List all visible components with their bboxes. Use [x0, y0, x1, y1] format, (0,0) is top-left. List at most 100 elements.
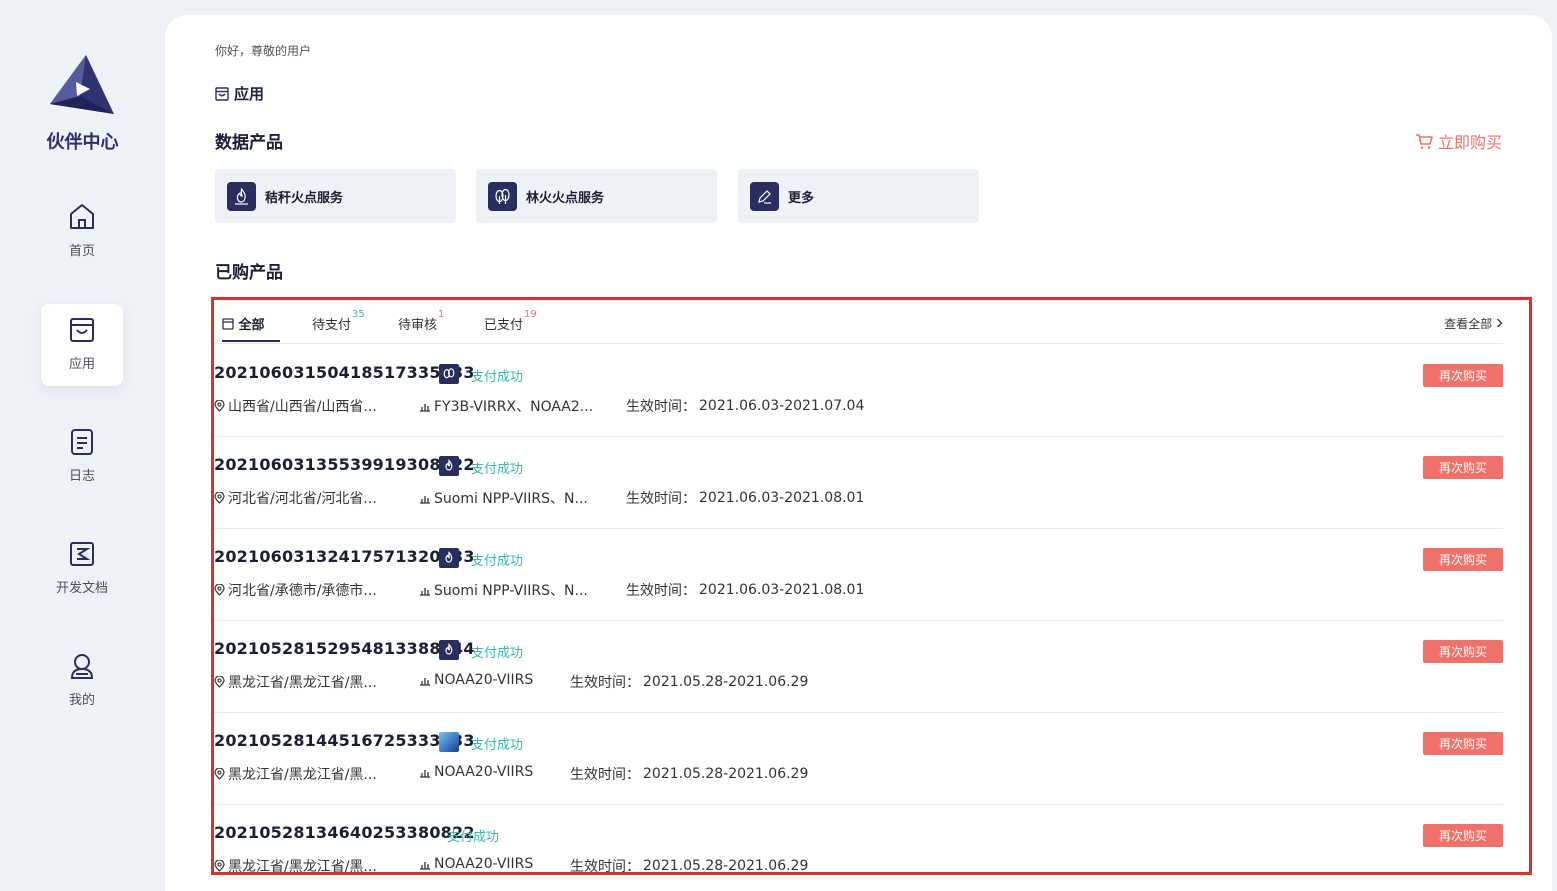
rebuy-button[interactable]: 再次购买 [1423, 732, 1503, 755]
rebuy-button[interactable]: 再次购买 [1423, 640, 1503, 663]
product-card-label: 秸秆火点服务 [265, 190, 344, 206]
order-region-text: 山西省/山西省/山西省... [228, 399, 377, 415]
order-sensors-text: NOAA20-VIIRS [434, 672, 534, 688]
rebuy-button[interactable]: 再次购买 [1423, 456, 1503, 479]
nav-item-log[interactable]: 日志 [41, 416, 123, 498]
product-card-label: 更多 [788, 190, 815, 206]
effective-time-value: 2021.05.28-2021.06.29 [643, 674, 809, 690]
tab-label: 待支付 [312, 318, 352, 333]
location-pin-icon [214, 400, 225, 412]
order-id: 20210528134640253380822 [214, 823, 475, 842]
active-tab-indicator [222, 340, 280, 342]
order-sensors: FY3B-VIRRX、NOAA2... [419, 396, 593, 416]
nav-item-app[interactable]: 应用 [41, 304, 123, 386]
rebuy-button[interactable]: 再次购买 [1423, 824, 1503, 847]
docs-icon [70, 542, 94, 566]
order-row[interactable]: 20210603150418517335833 支付成功 再次购买 山西省/山西省/山… [214, 344, 1503, 437]
product-card-straw-fire[interactable]: 秸秆火点服务 [215, 169, 456, 223]
logo-icon [50, 55, 114, 114]
nav-label-app: 应用 [68, 357, 95, 372]
order-sensors: NOAA20-VIIRS [419, 764, 533, 780]
app-icon [70, 318, 94, 342]
effective-time-value: 2021.05.28-2021.06.29 [643, 766, 809, 782]
status-badge: 支付成功 [471, 462, 524, 477]
effective-time-value: 2021.06.03-2021.08.01 [699, 490, 865, 506]
satellite-image-icon [439, 732, 459, 752]
rebuy-button[interactable]: 再次购买 [1423, 548, 1503, 571]
order-sensors-text: NOAA20-VIIRS [434, 856, 534, 872]
tab-label: 待审核 [398, 318, 438, 333]
greeting: 你好，尊敬的用户 [215, 44, 312, 58]
order-sensors: Suomi NPP-VIIRS、N... [419, 580, 588, 600]
forest-fire-icon [439, 364, 459, 384]
nav-item-docs[interactable]: 开发文档 [41, 528, 123, 610]
page-title: 应用 [215, 83, 264, 104]
view-all-link[interactable]: 查看全部 [1444, 315, 1503, 332]
order-region: 黑龙江省/黑龙江省/黑... [214, 672, 377, 692]
product-card-more[interactable]: 更多 [738, 169, 979, 223]
product-card-label: 林火火点服务 [526, 190, 605, 206]
status-badge: 支付成功 [471, 370, 524, 385]
location-pin-icon [214, 676, 225, 688]
order-tabs: 全部 待支付35 待审核1 已支付19 查看全部 [214, 300, 1529, 344]
tab-label: 已支付 [484, 318, 524, 333]
order-id: 20210603132417571320833 [214, 547, 475, 566]
buy-now-label: 立即购买 [1437, 133, 1502, 152]
brand-name: 伙伴中心 [46, 132, 119, 153]
order-region-text: 河北省/承德市/承德市... [228, 583, 377, 599]
tab-pending-payment[interactable]: 待支付35 [312, 309, 365, 333]
effective-time-value: 2021.06.03-2021.08.01 [699, 582, 865, 598]
tab-count-badge: 1 [438, 308, 445, 320]
rebuy-button[interactable]: 再次购买 [1423, 364, 1503, 387]
purchased-orders-panel: 全部 待支付35 待审核1 已支付19 查看全部 202106031504185… [211, 297, 1532, 875]
tab-paid[interactable]: 已支付19 [484, 309, 537, 333]
nav-item-mine[interactable]: 我的 [41, 640, 123, 722]
status-badge: 支付成功 [447, 830, 500, 845]
order-sensors: Suomi NPP-VIIRS、N... [419, 488, 588, 508]
order-row[interactable]: 20210528144516725333833 支付成功 再次购买 黑龙江省/黑龙江省… [214, 712, 1503, 805]
order-effective-time: 生效时间： 2021.05.28-2021.06.29 [570, 856, 809, 874]
effective-time-value: 2021.05.28-2021.06.29 [643, 858, 809, 874]
bar-chart-icon [420, 677, 430, 686]
home-icon [70, 204, 94, 229]
sidebar: 伙伴中心 首页 应用 日志 开发文档 我的 [0, 0, 165, 891]
order-row[interactable]: 20210603132417571320833 支付成功 再次购买 河北省/承德市/承… [214, 528, 1503, 621]
order-sensors-text: NOAA20-VIIRS [434, 764, 534, 780]
location-pin-icon [214, 492, 225, 504]
bar-chart-icon [420, 861, 430, 870]
page-title-label: 应用 [234, 85, 265, 103]
effective-time-label: 生效时间： [626, 583, 696, 599]
data-products-title: 数据产品 [215, 133, 283, 153]
order-row[interactable]: 20210603135539919308522 支付成功 再次购买 河北省/河北省/河… [214, 436, 1503, 529]
tab-count-badge: 19 [524, 308, 537, 320]
order-sensors: NOAA20-VIIRS [419, 856, 533, 872]
order-region: 河北省/承德市/承德市... [214, 580, 377, 600]
nav-label-mine: 我的 [68, 693, 95, 708]
app-icon [222, 318, 234, 330]
nav-item-home[interactable]: 首页 [41, 191, 123, 273]
product-card-forest-fire[interactable]: 林火火点服务 [476, 169, 717, 223]
order-sensors-text: Suomi NPP-VIIRS、N... [434, 491, 588, 507]
order-row[interactable]: 20210528152954813388844 支付成功 再次购买 黑龙江省/黑龙江省… [214, 620, 1503, 713]
bar-chart-icon [420, 769, 430, 778]
buy-now-link[interactable]: 立即购买 [1415, 129, 1502, 153]
edit-icon [750, 181, 779, 211]
order-sensors-text: FY3B-VIRRX、NOAA2... [434, 399, 594, 415]
tab-all-label: 全部 [238, 318, 265, 333]
tab-pending-review[interactable]: 待审核1 [398, 309, 444, 333]
order-effective-time: 生效时间： 2021.06.03-2021.07.04 [626, 396, 864, 416]
fire-icon [439, 548, 459, 568]
order-region-text: 河北省/河北省/河北省... [228, 491, 377, 507]
tab-count-badge: 35 [352, 308, 365, 320]
order-region-text: 黑龙江省/黑龙江省/黑... [228, 675, 377, 691]
forest-fire-icon [488, 181, 517, 211]
effective-time-label: 生效时间： [626, 399, 696, 415]
tab-all[interactable]: 全部 [222, 314, 265, 333]
log-icon [71, 429, 93, 455]
bar-chart-icon [420, 495, 430, 504]
order-row[interactable]: 20210528134640253380822 支付成功 再次购买黑龙江省/黑龙江省… [214, 804, 1503, 874]
order-region: 河北省/河北省/河北省... [214, 488, 377, 508]
location-pin-icon [214, 860, 225, 872]
order-region: 黑龙江省/黑龙江省/黑... [214, 856, 377, 872]
nav-label-log: 日志 [68, 469, 95, 484]
